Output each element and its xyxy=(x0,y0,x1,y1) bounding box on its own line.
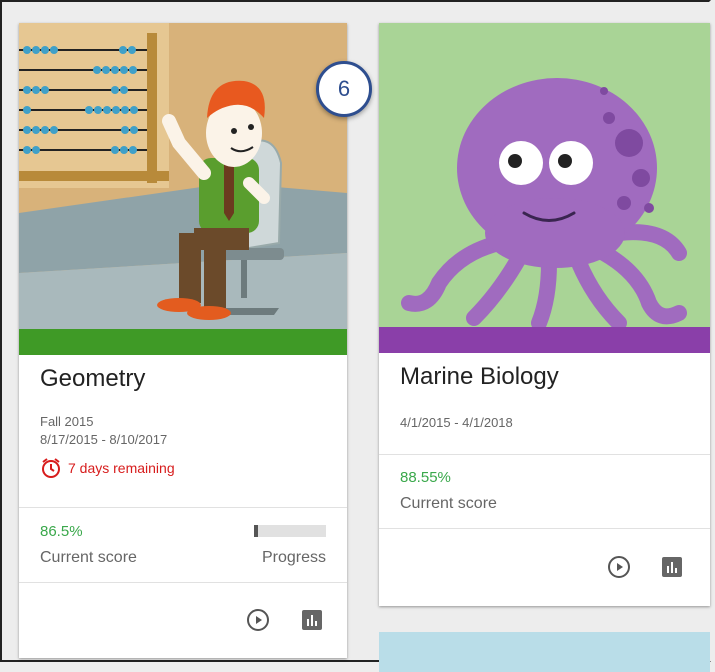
play-button[interactable] xyxy=(245,607,271,633)
current-score-value: 86.5% xyxy=(40,523,83,540)
play-circle-icon xyxy=(247,609,269,631)
alarm-clock-icon xyxy=(42,458,60,478)
play-circle-icon xyxy=(608,556,630,578)
step-badge: 6 xyxy=(316,61,372,117)
color-band xyxy=(379,327,710,353)
current-score-label: Current score xyxy=(40,549,137,566)
course-term: Fall 2015 xyxy=(40,414,94,429)
course-card-geometry[interactable]: Geometry Fall 2015 8/17/2015 - 8/10/2017… xyxy=(19,23,347,658)
current-score-value: 88.55% xyxy=(400,469,451,486)
grades-button[interactable] xyxy=(659,554,685,580)
course-title[interactable]: Marine Biology xyxy=(400,363,559,391)
divider xyxy=(379,528,710,529)
divider xyxy=(19,582,347,583)
divider xyxy=(379,454,710,455)
progress-label: Progress xyxy=(261,549,326,566)
color-band xyxy=(19,329,347,355)
course-card-marine-biology[interactable]: Marine Biology 4/1/2015 - 4/1/2018 88.55… xyxy=(379,23,710,606)
deadline-warning: 7 days remaining xyxy=(40,457,175,479)
course-title[interactable]: Geometry xyxy=(40,365,145,393)
days-remaining-text: 7 days remaining xyxy=(68,460,175,476)
course-dates: 4/1/2015 - 4/1/2018 xyxy=(400,415,513,430)
abacus-teacher-illustration xyxy=(19,23,347,329)
play-button[interactable] xyxy=(606,554,632,580)
course-dates: 8/17/2015 - 8/10/2017 xyxy=(40,432,168,447)
bar-chart-icon xyxy=(662,557,682,577)
grades-button[interactable] xyxy=(299,607,325,633)
progress-bar xyxy=(254,525,326,537)
course-image-marine-biology[interactable] xyxy=(379,23,710,327)
purple-octopus-illustration xyxy=(379,23,710,327)
course-image-geometry[interactable] xyxy=(19,23,347,329)
progress-bar-fill xyxy=(254,525,259,537)
bar-chart-icon xyxy=(302,610,322,630)
divider xyxy=(19,507,347,508)
course-card-next[interactable] xyxy=(379,632,710,672)
current-score-label: Current score xyxy=(400,495,497,512)
